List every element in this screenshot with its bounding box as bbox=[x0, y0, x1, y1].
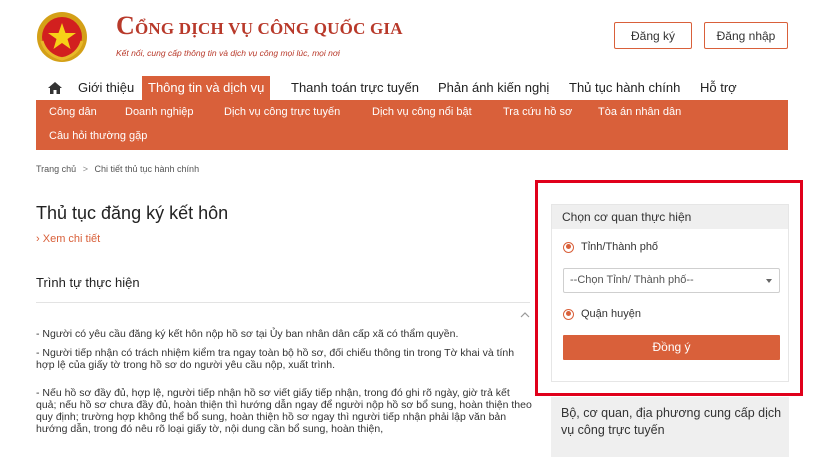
view-detail-label: Xem chi tiết bbox=[42, 233, 101, 245]
online-services-panel: Bộ, cơ quan, địa phương cung cấp dịch vụ… bbox=[551, 397, 789, 457]
breadcrumb-home[interactable]: Trang chủ bbox=[36, 164, 76, 174]
sub-nav-toa-an[interactable]: Tòa án nhân dân bbox=[598, 106, 681, 118]
brand-title[interactable]: CỔNG DỊCH VỤ CÔNG QUỐC GIA bbox=[116, 13, 403, 39]
procedure-paragraph: - Nếu hồ sơ đầy đủ, hợp lệ, người tiếp n… bbox=[36, 387, 532, 435]
procedure-paragraph: - Người có yêu cầu đăng ký kết hôn nộp h… bbox=[36, 328, 459, 340]
nav-item-thu-tuc[interactable]: Thủ tục hành chính bbox=[569, 76, 680, 100]
highlight-annotation-box bbox=[535, 180, 803, 396]
view-detail-link[interactable]: › Xem chi tiết bbox=[36, 233, 100, 245]
breadcrumb: Trang chủ > Chi tiết thủ tục hành chính bbox=[36, 164, 199, 174]
procedure-paragraph: - Người tiếp nhận có trách nhiệm kiểm tr… bbox=[36, 347, 515, 371]
online-services-title[interactable]: Bộ, cơ quan, địa phương cung cấp dịch vụ… bbox=[561, 405, 783, 439]
chevron-right-icon: › bbox=[36, 233, 40, 245]
breadcrumb-separator: > bbox=[82, 164, 88, 174]
login-button[interactable]: Đăng nhập bbox=[704, 22, 788, 49]
brand-title-text: ỔNG DỊCH VỤ CÔNG QUỐC GIA bbox=[134, 19, 403, 38]
section-divider bbox=[36, 302, 530, 303]
nav-item-ho-tro[interactable]: Hỗ trợ bbox=[700, 76, 737, 100]
nav-item-gioi-thieu[interactable]: Giới thiệu bbox=[78, 76, 134, 100]
sub-nav: Công dân Doanh nghiệp Dịch vụ công trực … bbox=[36, 100, 788, 150]
nav-item-phan-anh[interactable]: Phản ánh kiến nghị bbox=[438, 76, 549, 100]
sub-nav-dich-vu-noi-bat[interactable]: Dịch vụ công nổi bật bbox=[372, 106, 472, 118]
sub-nav-doanh-nghiep[interactable]: Doanh nghiệp bbox=[125, 106, 194, 118]
national-emblem-logo[interactable] bbox=[36, 11, 88, 63]
page-title: Thủ tục đăng ký kết hôn bbox=[36, 203, 229, 223]
main-nav: Giới thiệu Thông tin và dịch vụ Thanh to… bbox=[0, 76, 823, 100]
nav-item-thong-tin-dich-vu[interactable]: Thông tin và dịch vụ bbox=[142, 76, 271, 100]
sub-nav-dich-vu-truc-tuyen[interactable]: Dịch vụ công trực tuyến bbox=[224, 106, 340, 118]
section-title: Trình tự thực hiện bbox=[36, 275, 140, 290]
sub-nav-cong-dan[interactable]: Công dân bbox=[49, 106, 97, 118]
breadcrumb-current: Chi tiết thủ tục hành chính bbox=[94, 164, 200, 174]
site-header: CỔNG DỊCH VỤ CÔNG QUỐC GIA Kết nối, cung… bbox=[0, 0, 823, 72]
brand-tagline: Kết nối, cung cấp thông tin và dịch vụ c… bbox=[116, 48, 340, 58]
chevron-up-icon[interactable] bbox=[519, 310, 531, 320]
sub-nav-cau-hoi[interactable]: Câu hỏi thường gặp bbox=[49, 130, 147, 142]
register-button[interactable]: Đăng ký bbox=[614, 22, 692, 49]
sub-nav-tra-cuu-ho-so[interactable]: Tra cứu hồ sơ bbox=[503, 106, 572, 118]
brand-title-initial: C bbox=[116, 11, 135, 40]
nav-item-thanh-toan[interactable]: Thanh toán trực tuyến bbox=[291, 76, 419, 100]
home-icon[interactable] bbox=[47, 80, 63, 96]
